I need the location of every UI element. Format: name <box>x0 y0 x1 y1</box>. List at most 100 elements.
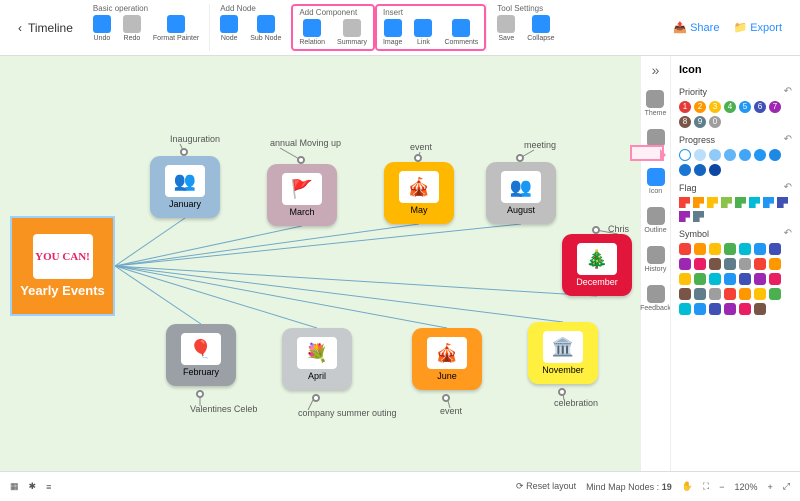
flag-swatch-4[interactable] <box>735 197 746 208</box>
summary-button[interactable]: Summary <box>337 19 367 46</box>
node-april[interactable]: 💐April <box>282 328 352 390</box>
symbol-swatch-3[interactable] <box>724 243 736 255</box>
symbol-swatch-32[interactable] <box>739 303 751 315</box>
priority-swatch-0[interactable]: 1 <box>679 101 691 113</box>
flag-swatch-8[interactable] <box>679 211 690 222</box>
rail-feedback[interactable]: Feedback <box>640 285 671 312</box>
node-february[interactable]: 🎈February <box>166 324 236 386</box>
progress-swatch-4[interactable] <box>739 149 751 161</box>
symbol-swatch-33[interactable] <box>754 303 766 315</box>
rail-icon[interactable]: Icon <box>647 168 665 195</box>
rail-history[interactable]: History <box>645 246 667 273</box>
undo-button[interactable]: Undo <box>93 15 111 42</box>
flag-swatch-9[interactable] <box>693 211 704 222</box>
node-november[interactable]: 🏛️November <box>528 322 598 384</box>
symbol-swatch-9[interactable] <box>709 258 721 270</box>
node-january[interactable]: 👥January <box>150 156 220 218</box>
symbol-swatch-13[interactable] <box>769 258 781 270</box>
symbol-swatch-22[interactable] <box>694 288 706 300</box>
symbol-swatch-30[interactable] <box>709 303 721 315</box>
priority-swatch-8[interactable]: 9 <box>694 116 706 128</box>
view-mode-icon[interactable]: ≡ <box>46 482 51 492</box>
view-mode-icon[interactable]: ✱ <box>29 481 37 492</box>
progress-swatch-8[interactable] <box>694 164 706 176</box>
symbol-swatch-24[interactable] <box>724 288 736 300</box>
view-mode-icon[interactable]: ▦ <box>10 481 19 492</box>
symbol-swatch-26[interactable] <box>754 288 766 300</box>
back-button[interactable]: ‹ Timeline <box>8 4 83 51</box>
rail-theme[interactable]: Theme <box>645 90 667 117</box>
export-button[interactable]: 📁 Export <box>733 21 782 34</box>
symbol-swatch-4[interactable] <box>739 243 751 255</box>
symbol-swatch-25[interactable] <box>739 288 751 300</box>
node-august[interactable]: 👥August <box>486 162 556 224</box>
priority-swatch-9[interactable]: 0 <box>709 116 721 128</box>
undo-icon[interactable]: ↶ <box>784 228 792 239</box>
node-march[interactable]: 🚩March <box>267 164 337 226</box>
canvas-area[interactable]: YOU CAN! Yearly Events 👥JanuaryInaugurat… <box>0 56 640 471</box>
symbol-swatch-19[interactable] <box>754 273 766 285</box>
symbol-swatch-7[interactable] <box>679 258 691 270</box>
flag-swatch-5[interactable] <box>749 197 760 208</box>
fit-screen-icon[interactable]: ⛶ <box>703 481 709 492</box>
priority-swatch-7[interactable]: 8 <box>679 116 691 128</box>
rail-collapse[interactable]: » <box>652 62 660 78</box>
fullscreen-icon[interactable]: ⤢ <box>783 481 790 492</box>
progress-swatch-9[interactable] <box>709 164 721 176</box>
link-button[interactable]: Link <box>414 19 432 46</box>
priority-swatch-4[interactable]: 5 <box>739 101 751 113</box>
comments-button[interactable]: Comments <box>444 19 478 46</box>
symbol-swatch-14[interactable] <box>679 273 691 285</box>
undo-icon[interactable]: ↶ <box>784 86 792 97</box>
symbol-swatch-29[interactable] <box>694 303 706 315</box>
symbol-swatch-0[interactable] <box>679 243 691 255</box>
symbol-swatch-6[interactable] <box>769 243 781 255</box>
undo-icon[interactable]: ↶ <box>784 134 792 145</box>
symbol-swatch-31[interactable] <box>724 303 736 315</box>
symbol-swatch-18[interactable] <box>739 273 751 285</box>
priority-swatch-5[interactable]: 6 <box>754 101 766 113</box>
hand-tool-icon[interactable]: ✋ <box>682 481 693 492</box>
progress-swatch-3[interactable] <box>724 149 736 161</box>
zoom-in-button[interactable]: + <box>768 482 773 492</box>
flag-swatch-6[interactable] <box>763 197 774 208</box>
flag-swatch-7[interactable] <box>777 197 788 208</box>
root-node[interactable]: YOU CAN! Yearly Events <box>10 216 115 316</box>
reset-layout-button[interactable]: ⟳ Reset layout <box>516 481 576 492</box>
undo-icon[interactable]: ↶ <box>784 182 792 193</box>
share-button[interactable]: 📤 Share <box>673 21 719 34</box>
symbol-swatch-23[interactable] <box>709 288 721 300</box>
node-december[interactable]: 🎄December <box>562 234 632 296</box>
node-button[interactable]: Node <box>220 15 238 42</box>
priority-swatch-3[interactable]: 4 <box>724 101 736 113</box>
flag-swatch-1[interactable] <box>693 197 704 208</box>
flag-swatch-2[interactable] <box>707 197 718 208</box>
node-may[interactable]: 🎪May <box>384 162 454 224</box>
node-june[interactable]: 🎪June <box>412 328 482 390</box>
progress-swatch-1[interactable] <box>694 149 706 161</box>
progress-swatch-6[interactable] <box>769 149 781 161</box>
save-button[interactable]: Save <box>497 15 515 42</box>
symbol-swatch-11[interactable] <box>739 258 751 270</box>
symbol-swatch-5[interactable] <box>754 243 766 255</box>
symbol-swatch-21[interactable] <box>679 288 691 300</box>
flag-swatch-0[interactable] <box>679 197 690 208</box>
progress-swatch-7[interactable] <box>679 164 691 176</box>
symbol-swatch-15[interactable] <box>694 273 706 285</box>
image-button[interactable]: Image <box>383 19 402 46</box>
progress-swatch-0[interactable] <box>679 149 691 161</box>
symbol-swatch-28[interactable] <box>679 303 691 315</box>
progress-swatch-2[interactable] <box>709 149 721 161</box>
rail-outline[interactable]: Outline <box>644 207 666 234</box>
symbol-swatch-12[interactable] <box>754 258 766 270</box>
relation-button[interactable]: Relation <box>299 19 325 46</box>
format-painter-button[interactable]: Format Painter <box>153 15 199 42</box>
progress-swatch-5[interactable] <box>754 149 766 161</box>
symbol-swatch-16[interactable] <box>709 273 721 285</box>
priority-swatch-2[interactable]: 3 <box>709 101 721 113</box>
priority-swatch-1[interactable]: 2 <box>694 101 706 113</box>
symbol-swatch-27[interactable] <box>769 288 781 300</box>
symbol-swatch-2[interactable] <box>709 243 721 255</box>
symbol-swatch-20[interactable] <box>769 273 781 285</box>
symbol-swatch-17[interactable] <box>724 273 736 285</box>
